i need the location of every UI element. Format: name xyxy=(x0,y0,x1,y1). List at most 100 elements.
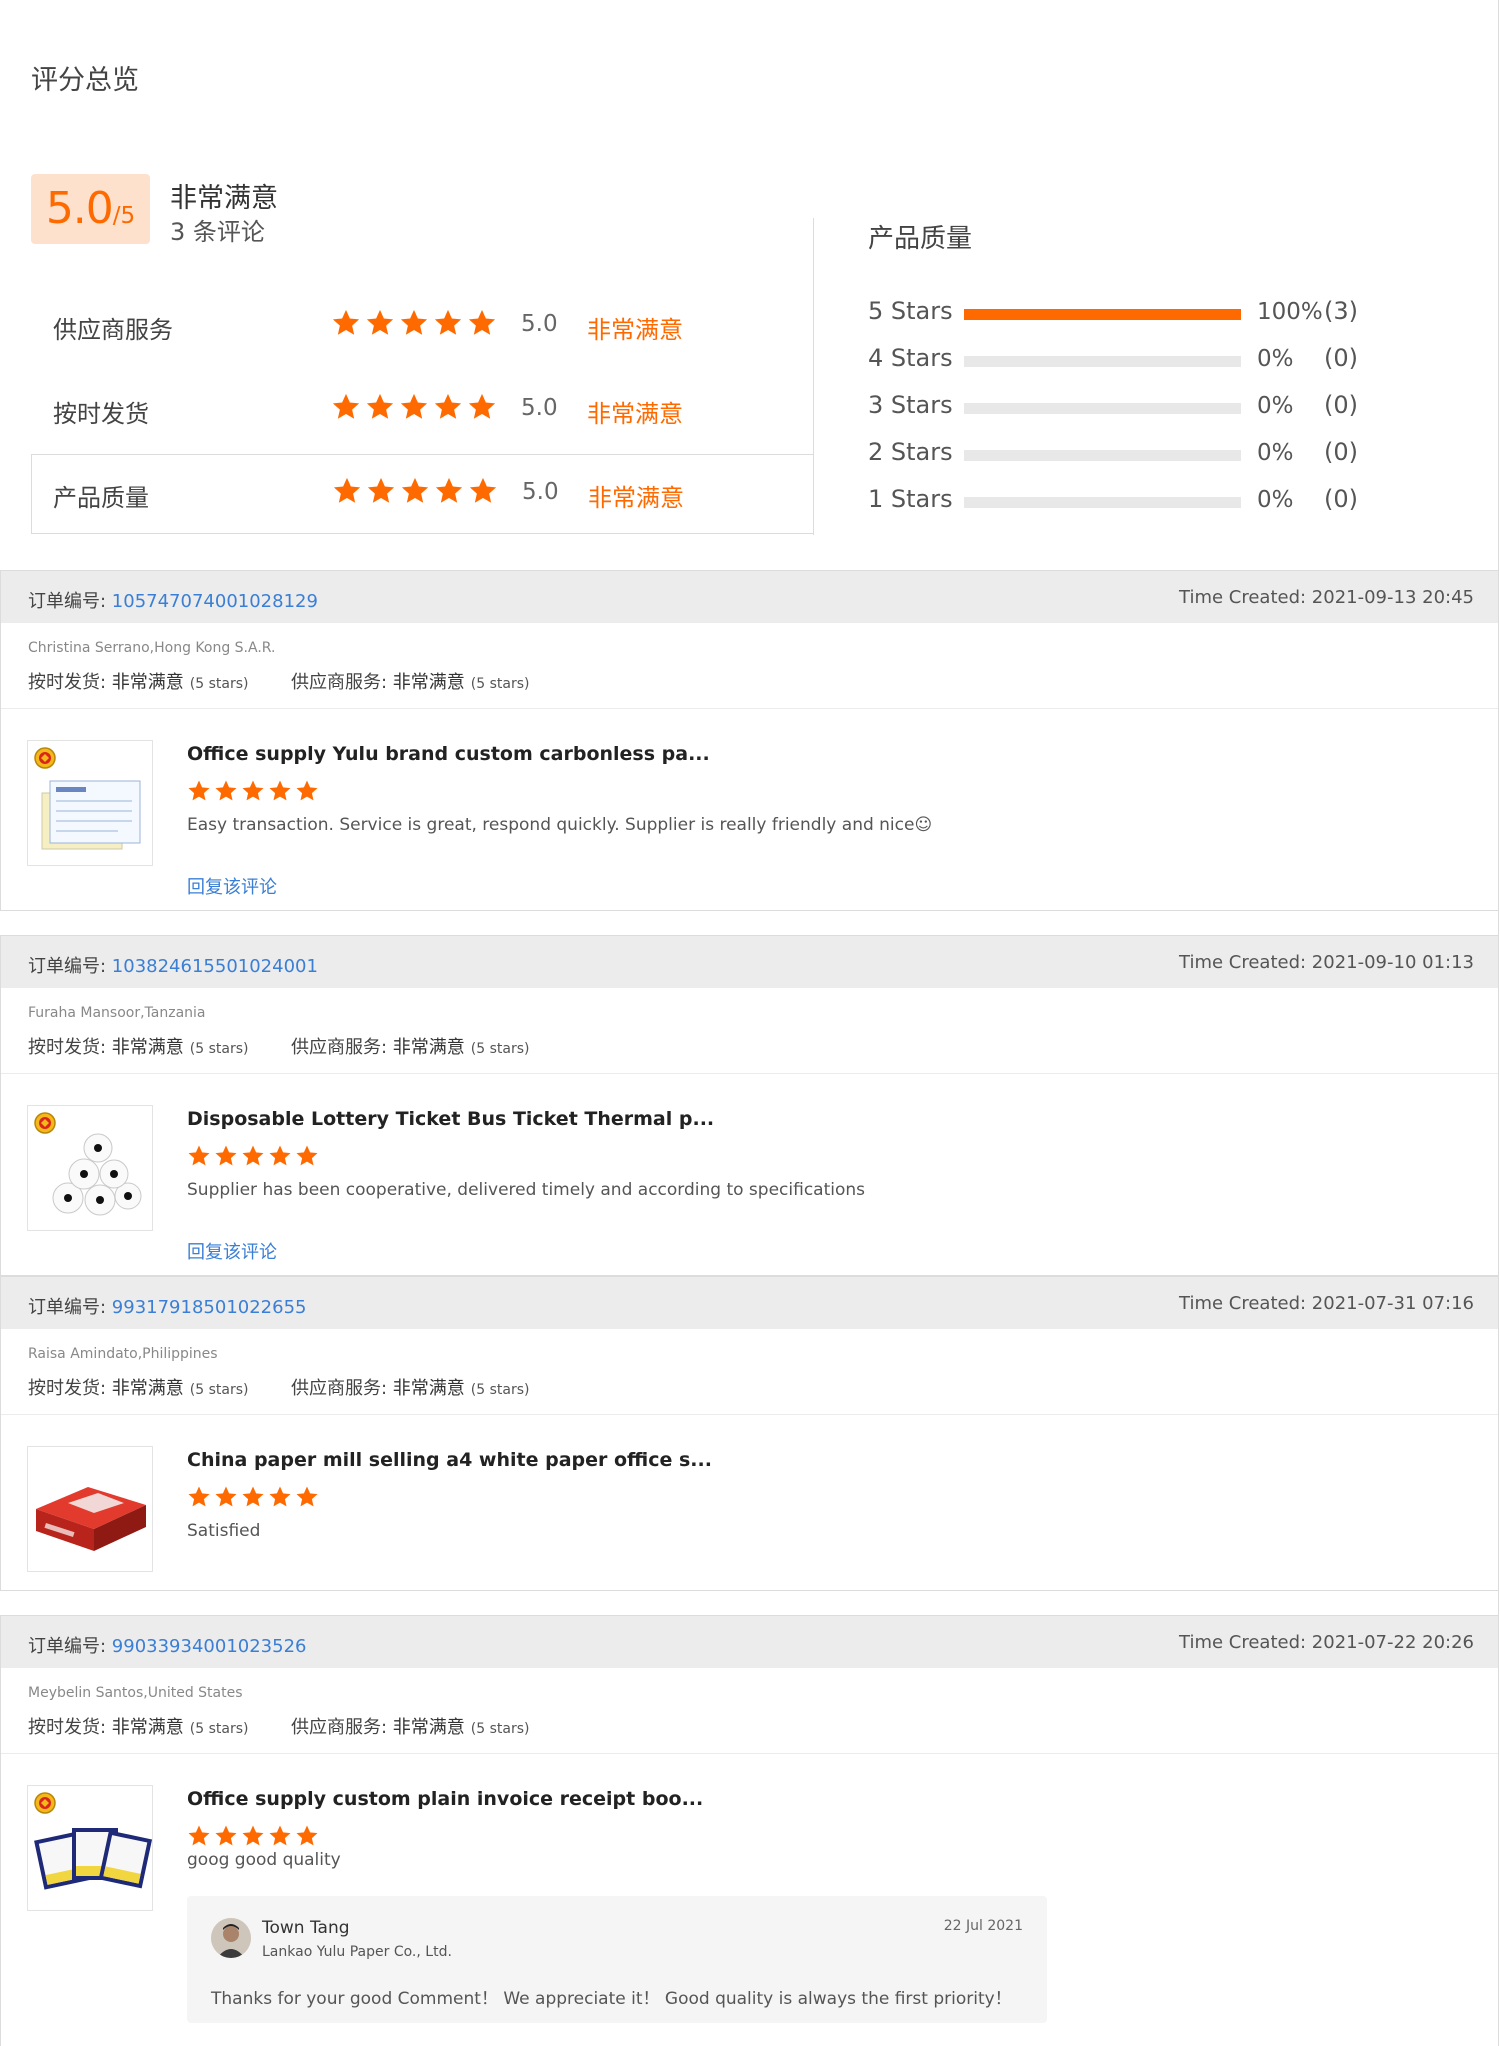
star-icon xyxy=(242,1486,264,1507)
star-icon xyxy=(215,1145,237,1166)
time-created: Time Created: 2021-07-22 20:26 xyxy=(1179,1632,1474,1653)
product-title-link[interactable]: China paper mill selling a4 white paper … xyxy=(187,1449,712,1471)
order-label: 订单编号: xyxy=(28,591,112,612)
order-number: 订单编号: 99033934001023526 xyxy=(28,1632,306,1658)
review-divider xyxy=(1,1753,1498,1754)
distribution-row-4[interactable]: 4 Stars 0% (0) xyxy=(868,344,1388,374)
review-divider xyxy=(1,1414,1498,1415)
order-number-link[interactable]: 99033934001023526 xyxy=(112,1636,307,1657)
metric-stars xyxy=(331,392,497,422)
gold-medal-icon xyxy=(34,1112,56,1134)
delivery-label: 按时发货: xyxy=(28,1037,112,1058)
product-title-link[interactable]: Disposable Lottery Ticket Bus Ticket The… xyxy=(187,1108,714,1130)
star-icon xyxy=(366,309,394,335)
buyer-name: Furaha Mansoor,Tanzania xyxy=(28,1005,206,1021)
service-value: 非常满意 xyxy=(392,1037,465,1058)
distribution-percent: 0% xyxy=(1257,487,1294,513)
overview-divider xyxy=(813,218,814,535)
delivery-value: 非常满意 xyxy=(111,1378,184,1399)
distribution-bar-track xyxy=(964,497,1241,508)
metric-value: 5.0 xyxy=(521,395,558,421)
reply-to-review-link[interactable]: 回复该评论 xyxy=(187,873,277,899)
order-number: 订单编号: 99317918501022655 xyxy=(28,1293,306,1319)
star-icon xyxy=(332,309,360,335)
delivery-label: 按时发货: xyxy=(28,1378,112,1399)
review-stars xyxy=(187,1144,319,1168)
distribution-row-1[interactable]: 1 Stars 0% (0) xyxy=(868,485,1388,515)
order-number-link[interactable]: 99317918501022655 xyxy=(112,1297,307,1318)
distribution-count: (0) xyxy=(1324,485,1358,513)
reply-to-review-link[interactable]: 回复该评论 xyxy=(187,1238,277,1264)
distribution-bar-track xyxy=(964,450,1241,461)
distribution-bar-track xyxy=(964,356,1241,367)
product-thumbnail[interactable] xyxy=(27,740,153,866)
review-header: 订单编号: 99033934001023526 Time Created: 20… xyxy=(1,1616,1498,1668)
delivery-stars-note: (5 stars) xyxy=(189,676,249,692)
star-icon xyxy=(242,1145,264,1166)
review-stars xyxy=(187,1824,319,1848)
product-title-link[interactable]: Office supply Yulu brand custom carbonle… xyxy=(187,743,710,765)
metric-rating-text: 非常满意 xyxy=(587,316,683,344)
review-header: 订单编号: 103824615501024001 Time Created: 2… xyxy=(1,936,1498,988)
overall-score: 5.0 xyxy=(45,183,114,234)
review-header: 订单编号: 105747074001028129 Time Created: 2… xyxy=(1,571,1498,623)
metric-value: 5.0 xyxy=(522,479,559,505)
service-rating: 供应商服务: 非常满意 (5 stars) xyxy=(291,1374,530,1400)
star-icon xyxy=(333,477,361,503)
overall-score-label: 非常满意 xyxy=(170,183,278,214)
order-number-link[interactable]: 105747074001028129 xyxy=(112,591,318,612)
delivery-value: 非常满意 xyxy=(111,672,184,693)
avatar xyxy=(211,1918,251,1958)
service-label: 供应商服务: xyxy=(291,1378,393,1399)
overall-score-max: /5 xyxy=(112,203,136,229)
gold-medal-icon xyxy=(34,1792,56,1814)
distribution-label: 5 Stars xyxy=(868,297,953,325)
star-icon xyxy=(269,1486,291,1507)
time-created: Time Created: 2021-09-13 20:45 xyxy=(1179,587,1474,608)
product-thumbnail[interactable] xyxy=(27,1446,153,1572)
product-thumbnail[interactable] xyxy=(27,1105,153,1231)
review-header: 订单编号: 99317918501022655 Time Created: 20… xyxy=(1,1277,1498,1329)
distribution-percent: 0% xyxy=(1257,440,1294,466)
service-label: 供应商服务: xyxy=(291,672,393,693)
distribution-label: 3 Stars xyxy=(868,391,953,419)
star-icon xyxy=(215,1486,237,1507)
a4-paper-ream-image xyxy=(36,1487,146,1551)
distribution-percent: 100% xyxy=(1257,299,1323,325)
delivery-stars-note: (5 stars) xyxy=(189,1721,249,1737)
delivery-stars-note: (5 stars) xyxy=(189,1382,249,1398)
order-label: 订单编号: xyxy=(28,956,112,977)
review-stars xyxy=(187,779,319,803)
metric-stars xyxy=(332,476,498,506)
order-number-link[interactable]: 103824615501024001 xyxy=(112,956,318,977)
distribution-row-3[interactable]: 3 Stars 0% (0) xyxy=(868,391,1388,421)
metric-name: 产品质量 xyxy=(53,484,149,512)
star-icon xyxy=(434,309,462,335)
reply-text: Thanks for your good Comment！ We appreci… xyxy=(211,1989,1012,2009)
star-icon xyxy=(269,780,291,801)
star-icon xyxy=(242,1825,264,1846)
distribution-percent: 0% xyxy=(1257,393,1294,419)
distribution-label: 2 Stars xyxy=(868,438,953,466)
review-card: 订单编号: 99317918501022655 Time Created: 20… xyxy=(0,1276,1499,1591)
review-count: 3 条评论 xyxy=(170,218,265,246)
star-icon xyxy=(296,1825,318,1846)
product-thumbnail[interactable] xyxy=(27,1785,153,1911)
star-icon xyxy=(296,1486,318,1507)
star-icon xyxy=(188,1486,210,1507)
product-title-link[interactable]: Office supply custom plain invoice recei… xyxy=(187,1788,703,1810)
distribution-row-2[interactable]: 2 Stars 0% (0) xyxy=(868,438,1388,468)
service-stars-note: (5 stars) xyxy=(470,676,530,692)
star-icon xyxy=(296,1145,318,1166)
reply-author-name: Town Tang xyxy=(262,1918,350,1938)
service-label: 供应商服务: xyxy=(291,1717,393,1738)
service-rating: 供应商服务: 非常满意 (5 stars) xyxy=(291,668,530,694)
service-label: 供应商服务: xyxy=(291,1037,393,1058)
service-stars-note: (5 stars) xyxy=(470,1721,530,1737)
star-icon xyxy=(434,393,462,419)
distribution-row-5[interactable]: 5 Stars 100% (3) xyxy=(868,297,1388,327)
metric-stars xyxy=(331,308,497,338)
star-icon xyxy=(332,393,360,419)
time-created: Time Created: 2021-09-10 01:13 xyxy=(1179,952,1474,973)
delivery-rating: 按时发货: 非常满意 (5 stars) xyxy=(28,1033,249,1059)
